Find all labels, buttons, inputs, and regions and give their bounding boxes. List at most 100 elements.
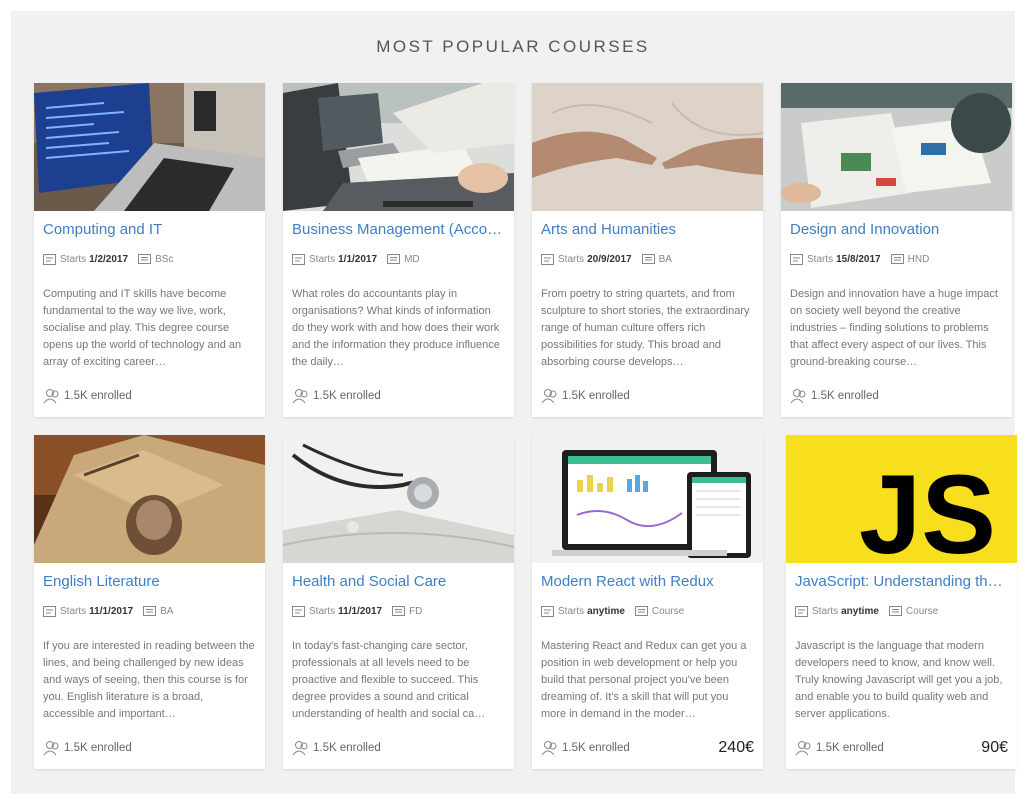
certificate-icon xyxy=(890,253,904,265)
course-description: Design and innovation have a huge impact… xyxy=(790,288,998,368)
award-type: HND xyxy=(907,253,930,265)
certificate-icon xyxy=(138,253,152,265)
users-icon xyxy=(43,388,61,404)
start-date: 11/1/2017 xyxy=(89,605,134,617)
award-type: MD xyxy=(404,253,420,265)
users-icon xyxy=(790,388,808,404)
start-date: 1/1/2017 xyxy=(338,253,378,265)
starts-label: Starts xyxy=(558,253,585,265)
courses-panel: MOST POPULAR COURSES Computing and IT St xyxy=(11,11,1017,794)
course-title[interactable]: Arts and Humanities xyxy=(541,221,754,238)
course-title[interactable]: Business Management (Acco… xyxy=(292,221,505,238)
course-card-arts[interactable]: Arts and Humanities Starts 20/9/2017 BA F… xyxy=(532,83,763,417)
calendar-icon xyxy=(43,605,56,617)
start-date: anytime xyxy=(587,605,625,617)
calendar-icon xyxy=(292,605,305,617)
course-footer: 1.5K enrolled xyxy=(292,739,505,757)
enrolled-count: 1.5K enrolled xyxy=(562,742,630,754)
starts-label: Starts xyxy=(60,253,87,265)
users-icon xyxy=(541,740,559,756)
calendar-icon xyxy=(43,253,56,265)
course-footer: 1.5K enrolled xyxy=(790,387,1003,405)
course-image-office-laptops xyxy=(283,83,514,211)
course-card-english[interactable]: English Literature Starts 11/1/2017 BA If… xyxy=(34,435,265,769)
starts-label: Starts xyxy=(812,605,839,617)
award-type: Course xyxy=(905,605,939,617)
enrolled-count: 1.5K enrolled xyxy=(562,390,630,402)
course-footer: 1.5K enrolled xyxy=(541,387,754,405)
starts-label: Starts xyxy=(309,253,336,265)
section-title: MOST POPULAR COURSES xyxy=(376,37,650,56)
users-icon xyxy=(541,388,559,404)
start-date: 20/9/2017 xyxy=(587,253,632,265)
course-image-stethoscope-book xyxy=(283,435,514,563)
enrolled-count: 1.5K enrolled xyxy=(811,390,879,402)
enrolled-count: 1.5K enrolled xyxy=(313,742,381,754)
course-description: In today's fast-changing care sector, pr… xyxy=(292,640,486,720)
course-image-design-desk xyxy=(781,83,1012,211)
course-footer: 1.5K enrolled xyxy=(43,739,256,757)
certificate-icon xyxy=(387,253,401,265)
users-icon xyxy=(292,388,310,404)
course-card-business[interactable]: Business Management (Acco… Starts 1/1/201… xyxy=(283,83,514,417)
users-icon xyxy=(795,740,813,756)
enrolled-count: 1.5K enrolled xyxy=(816,742,884,754)
award-type: BSc xyxy=(155,253,174,265)
certificate-icon xyxy=(888,605,902,617)
course-title[interactable]: Computing and IT xyxy=(43,221,256,238)
starts-label: Starts xyxy=(558,605,585,617)
course-description: Javascript is the language that modern d… xyxy=(795,640,1003,720)
course-card-design[interactable]: Design and Innovation Starts 15/8/2017 HN… xyxy=(781,83,1012,417)
course-meta: Starts 1/2/2017 BSc xyxy=(43,251,256,267)
start-date: 1/2/2017 xyxy=(89,253,129,265)
calendar-icon xyxy=(795,605,808,617)
course-image-laptop-code xyxy=(34,83,265,211)
calendar-icon xyxy=(541,253,554,265)
course-price: 240€ xyxy=(718,739,754,756)
course-card-javascript[interactable]: JS JavaScript: Understanding the… Starts… xyxy=(786,435,1017,769)
course-title[interactable]: JavaScript: Understanding the… xyxy=(795,573,1008,590)
course-image-shakespeare-book xyxy=(34,435,265,563)
course-title[interactable]: Modern React with Redux xyxy=(541,573,754,590)
certificate-icon xyxy=(641,253,655,265)
course-description: Computing and IT skills have become fund… xyxy=(43,288,242,368)
course-title[interactable]: English Literature xyxy=(43,573,256,590)
calendar-icon xyxy=(292,253,305,265)
starts-label: Starts xyxy=(807,253,834,265)
course-footer: 1.5K enrolled 90€ xyxy=(795,739,1008,757)
start-date: anytime xyxy=(841,605,879,617)
course-meta: Starts 20/9/2017 BA xyxy=(541,251,754,267)
course-title[interactable]: Health and Social Care xyxy=(292,573,505,590)
course-footer: 1.5K enrolled xyxy=(43,387,256,405)
course-title[interactable]: Design and Innovation xyxy=(790,221,1003,238)
course-card-react[interactable]: Modern React with Redux Starts anytime Co… xyxy=(532,435,763,769)
course-footer: 1.5K enrolled xyxy=(292,387,505,405)
award-type: BA xyxy=(658,253,672,265)
award-type: FD xyxy=(409,605,423,617)
calendar-icon xyxy=(790,253,803,265)
js-logo-text: JS xyxy=(859,452,996,563)
course-meta: Starts 15/8/2017 HND xyxy=(790,251,1003,267)
enrolled-count: 1.5K enrolled xyxy=(313,390,381,402)
course-description: Mastering React and Redux can get you a … xyxy=(541,640,747,720)
course-meta: Starts 11/1/2017 FD xyxy=(292,603,505,619)
users-icon xyxy=(43,740,61,756)
course-footer: 1.5K enrolled 240€ xyxy=(541,739,754,757)
course-meta: Starts 1/1/2017 MD xyxy=(292,251,505,267)
award-type: Course xyxy=(651,605,685,617)
course-description: If you are interested in reading between… xyxy=(43,640,255,720)
certificate-icon xyxy=(143,605,157,617)
course-card-health[interactable]: Health and Social Care Starts 11/1/2017 F… xyxy=(283,435,514,769)
starts-label: Starts xyxy=(309,605,336,617)
start-date: 15/8/2017 xyxy=(836,253,881,265)
certificate-icon xyxy=(392,605,406,617)
starts-label: Starts xyxy=(60,605,87,617)
enrolled-count: 1.5K enrolled xyxy=(64,390,132,402)
enrolled-count: 1.5K enrolled xyxy=(64,742,132,754)
course-image-js-logo: JS xyxy=(786,435,1017,563)
award-type: BA xyxy=(160,605,174,617)
certificate-icon xyxy=(634,605,648,617)
start-date: 11/1/2017 xyxy=(338,605,383,617)
course-card-computing[interactable]: Computing and IT Starts 1/2/2017 BSc Comp… xyxy=(34,83,265,417)
course-price: 90€ xyxy=(981,739,1008,756)
